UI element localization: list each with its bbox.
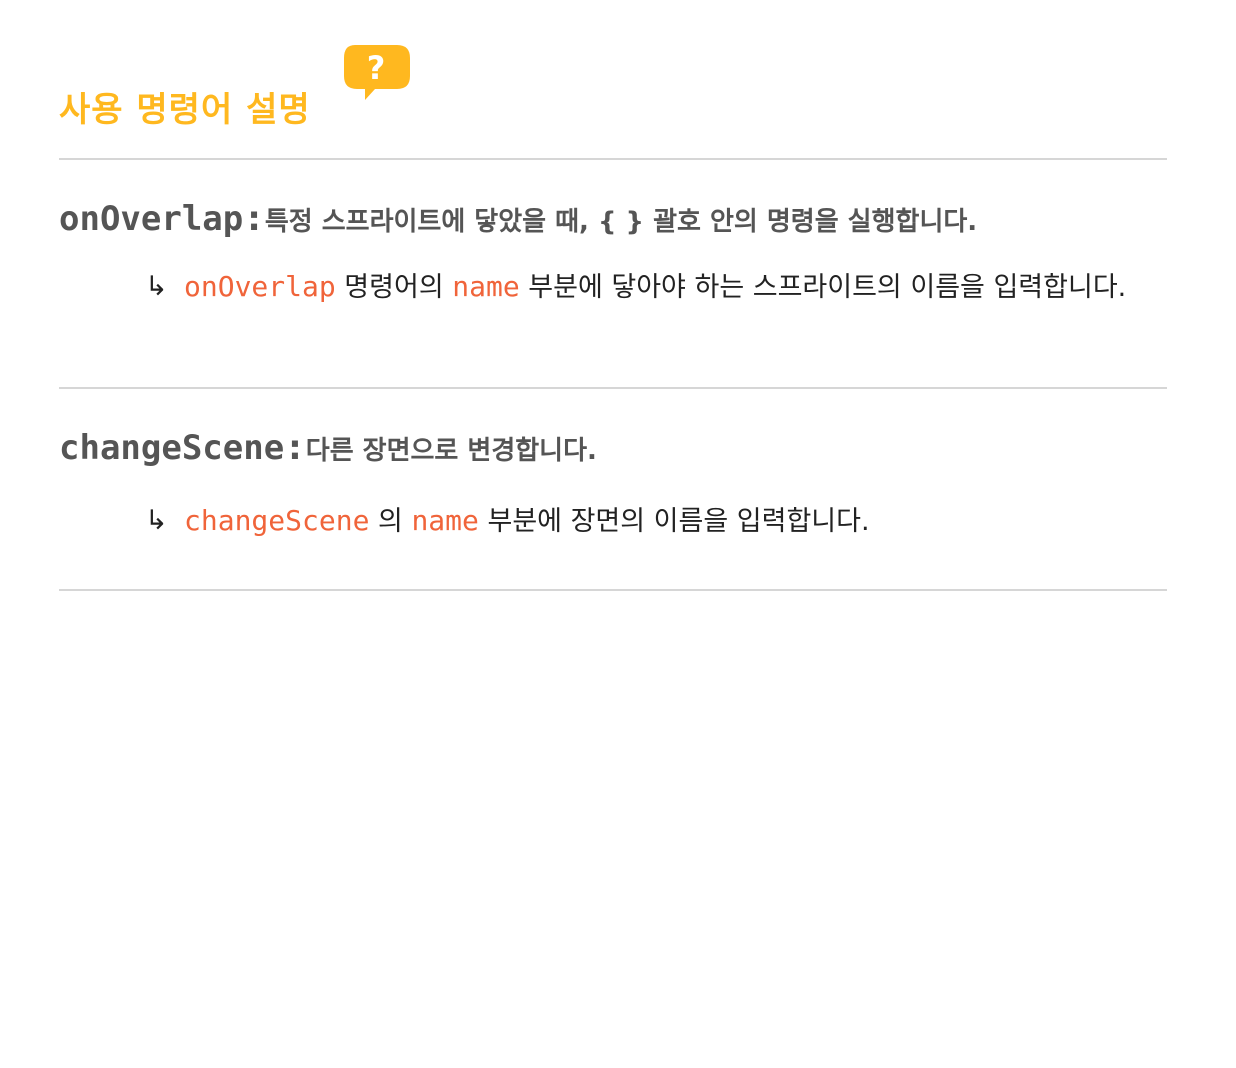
command-heading-changescene: changeScene: 다른 장면으로 변경합니다.	[59, 428, 597, 468]
divider	[59, 387, 1167, 389]
command-name: onOverlap	[59, 199, 244, 239]
detail-fragment: 의	[369, 506, 412, 537]
command-detail-onoverlap: ↳ onOverlap 명령어의 name 부분에 닿아야 하는 스프라이트의 …	[145, 263, 1135, 311]
code-parameter: name	[411, 504, 479, 537]
command-description: 다른 장면으로 변경합니다.	[305, 436, 597, 466]
command-description: 특정 스프라이트에 닿았을 때, { } 괄호 안의 명령을 실행합니다.	[264, 207, 978, 237]
page-title: 사용 명령어 설명	[59, 90, 311, 130]
detail-fragment: 명령어의	[335, 272, 453, 303]
code-keyword: changeScene	[184, 504, 370, 537]
detail-text: changeScene 의 name 부분에 장면의 이름을 입력합니다.	[184, 497, 1135, 545]
command-heading-onoverlap: onOverlap: 특정 스프라이트에 닿았을 때, { } 괄호 안의 명령을…	[59, 199, 977, 239]
detail-fragment: 부분에 장면의 이름을 입력합니다.	[478, 506, 870, 537]
question-bubble-icon: ?	[344, 45, 410, 100]
command-colon: :	[288, 428, 302, 468]
detail-text: onOverlap 명령어의 name 부분에 닿아야 하는 스프라이트의 이름…	[184, 263, 1135, 311]
divider	[59, 158, 1167, 160]
question-mark-glyph: ?	[367, 49, 386, 87]
return-arrow-icon: ↳	[145, 271, 168, 302]
code-parameter: name	[452, 270, 520, 303]
detail-fragment: 부분에 닿아야 하는 스프라이트의 이름을 입력합니다.	[519, 272, 1127, 303]
command-detail-changescene: ↳ changeScene 의 name 부분에 장면의 이름을 입력합니다.	[145, 497, 1135, 545]
divider	[59, 589, 1167, 591]
command-colon: :	[247, 199, 261, 239]
return-arrow-icon: ↳	[145, 505, 168, 536]
command-name: changeScene	[59, 428, 285, 468]
code-keyword: onOverlap	[184, 270, 336, 303]
